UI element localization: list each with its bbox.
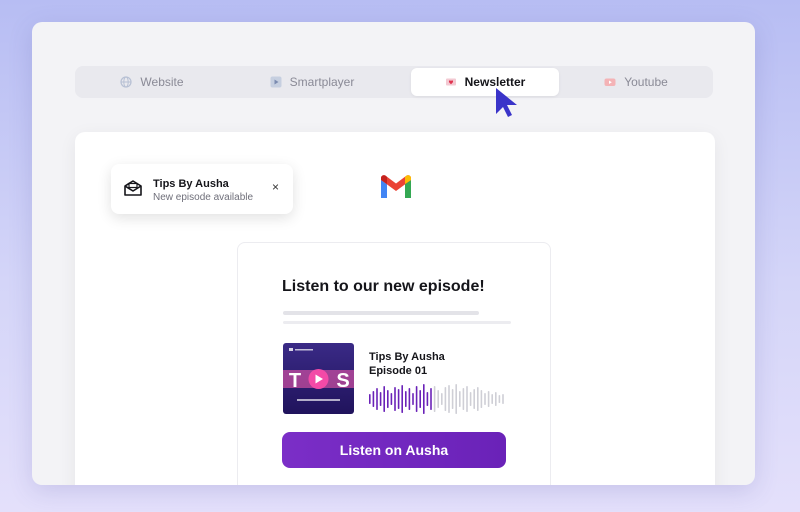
waveform-bar [426, 392, 429, 406]
waveform-bar [484, 393, 486, 405]
waveform-bar [423, 384, 425, 414]
tab-label: Website [140, 75, 184, 89]
waveform-bar [415, 386, 418, 412]
waveform-bar [455, 384, 457, 414]
tab-website[interactable]: Website [78, 68, 226, 96]
waveform-bar [430, 388, 432, 410]
envelope-icon [124, 180, 142, 196]
waveform-bar [487, 391, 490, 407]
waveform-bar [473, 389, 475, 409]
waveform-bar [441, 393, 443, 405]
waveform-bar [387, 390, 389, 408]
preview-card: Tips By Ausha New episode available × Li… [75, 132, 715, 485]
waveform-bar [369, 394, 371, 404]
waveform-bar [379, 392, 382, 406]
notification-toast[interactable]: Tips By Ausha New episode available × [111, 164, 293, 214]
waveform-bar [419, 390, 421, 408]
svg-text:S: S [336, 370, 349, 392]
waveform-bar [408, 388, 411, 410]
waveform-bar [502, 394, 504, 404]
waveform-bar [376, 388, 378, 410]
tab-label: Youtube [624, 75, 668, 89]
waveform-bar [412, 393, 414, 405]
waveform-bar [462, 388, 465, 410]
waveform-bar [405, 391, 407, 407]
episode-number: Episode 01 [369, 365, 428, 377]
close-icon[interactable]: × [272, 180, 279, 194]
globe-icon [120, 76, 133, 88]
notification-title: Tips By Ausha [153, 178, 229, 190]
svg-text:T: T [289, 370, 301, 392]
waveform-bar [459, 391, 461, 407]
waveform-bar [466, 386, 468, 412]
waveform-bar [390, 393, 393, 405]
app-window: Website Smartplayer Newsletter Youtube T… [32, 22, 755, 485]
tab-smartplayer[interactable]: Smartplayer [238, 68, 386, 96]
episode-cover-art: T T S [283, 343, 354, 414]
waveform-bar [437, 390, 439, 408]
waveform-bar [394, 387, 396, 411]
waveform-bar [444, 387, 447, 411]
tab-bar: Website Smartplayer Newsletter Youtube [75, 66, 713, 98]
email-heading: Listen to our new episode! [282, 278, 485, 295]
waveform-bar [433, 386, 436, 412]
audio-waveform [369, 384, 504, 414]
waveform-bar [469, 392, 472, 406]
heart-mail-icon [445, 78, 456, 86]
waveform-bar [491, 394, 493, 404]
listen-on-ausha-button[interactable]: Listen on Ausha [282, 432, 506, 468]
waveform-bar [383, 386, 385, 412]
tab-youtube[interactable]: Youtube [562, 68, 710, 96]
episode-show-name: Tips By Ausha [369, 351, 445, 363]
waveform-bar [495, 392, 497, 406]
waveform-bar [477, 387, 479, 411]
mouse-cursor-icon [496, 88, 517, 117]
gmail-logo-icon [381, 175, 411, 198]
waveform-bar [480, 390, 483, 408]
email-preview: Listen to our new episode! T T S Tips By… [237, 242, 551, 485]
placeholder-line [283, 311, 479, 315]
waveform-bar [498, 395, 501, 403]
waveform-bar [448, 385, 450, 413]
play-square-icon [270, 76, 282, 88]
placeholder-line [283, 321, 511, 324]
waveform-bar [372, 391, 375, 407]
tab-label: Smartplayer [289, 75, 355, 89]
waveform-bar [397, 389, 400, 409]
notification-subtitle: New episode available [153, 192, 254, 203]
youtube-icon [604, 78, 616, 86]
tab-newsletter[interactable]: Newsletter [411, 68, 559, 96]
waveform-bar [401, 385, 403, 413]
waveform-bar [451, 389, 454, 409]
